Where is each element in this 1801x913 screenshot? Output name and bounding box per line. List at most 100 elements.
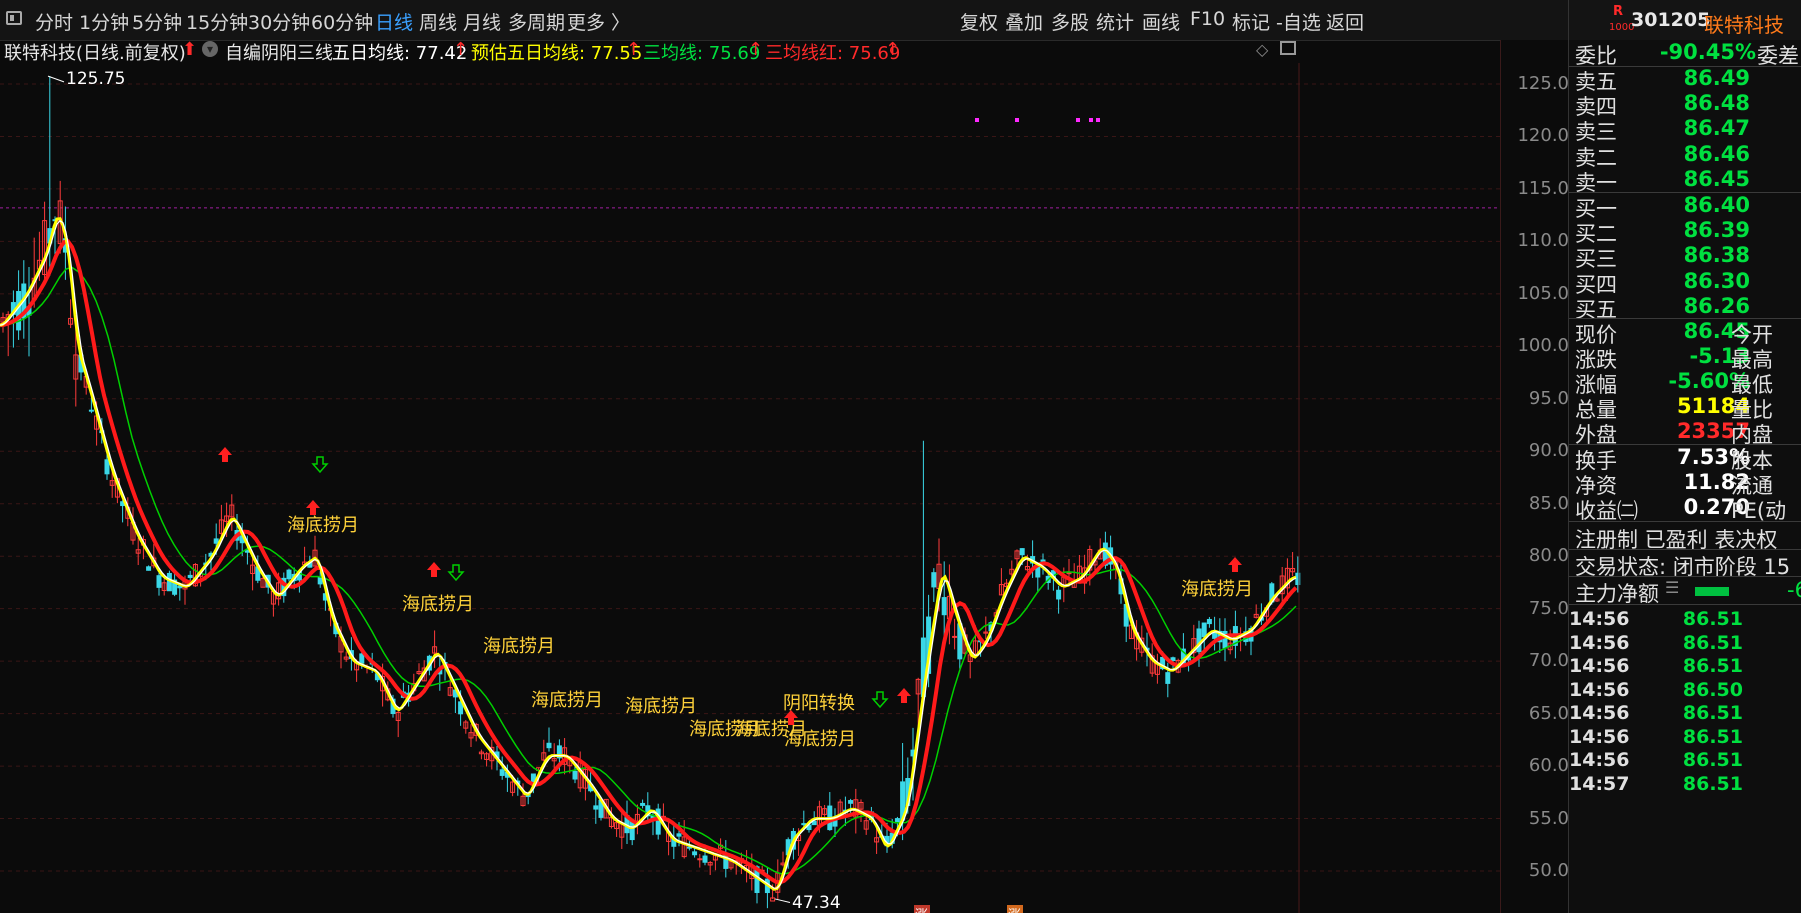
ask-price: 86.45 — [1683, 166, 1750, 191]
period-tab-0[interactable]: 分时 — [35, 8, 73, 35]
ask-price: 86.49 — [1683, 66, 1750, 90]
period-toolbar: 分时 1分钟 5分钟 15分钟 30分钟 60分钟 日线 周线 月线 多周期 更多 〉 复权 叠加 多股… — [0, 0, 1568, 41]
window-icon[interactable] — [1280, 41, 1296, 55]
high-label: 125.75 — [66, 69, 125, 89]
period-tab-1[interactable]: 1分钟 — [79, 8, 129, 35]
period-tab-8[interactable]: 月线 — [463, 8, 501, 35]
candle-down — [104, 459, 110, 475]
signal-dot — [1089, 118, 1093, 122]
y-tick-label: 115.0 — [1517, 177, 1569, 199]
y-tick-label: 70.0 — [1528, 650, 1569, 672]
candle-down — [593, 805, 599, 810]
dropdown-icon[interactable]: ▾ — [202, 41, 218, 57]
candle-up — [697, 858, 703, 861]
diamond-icon[interactable]: ◇ — [1256, 40, 1268, 59]
candle-down — [1019, 548, 1025, 556]
period-tab-6[interactable]: 日线 — [375, 8, 413, 35]
stat-row: 总量 51184 量比 — [1575, 394, 1801, 422]
candle-down — [16, 291, 22, 331]
buy-arrow-icon — [1228, 557, 1242, 572]
ma-red-line — [0, 239, 1298, 885]
stat2-row: 换手 7.53% 股本 — [1575, 445, 1801, 473]
period-tab-9[interactable]: 多周期 — [508, 8, 565, 35]
indicator-name: 自编阴阳三线 — [225, 43, 333, 64]
tool-button-4[interactable]: 画线 — [1142, 8, 1180, 35]
signal-annotation: 海底捞月 — [625, 696, 697, 717]
tick-price: 86.51 — [1682, 631, 1743, 654]
y-tick-label: 90.0 — [1528, 440, 1569, 462]
candle-down — [156, 575, 162, 588]
candle-down — [1196, 628, 1202, 653]
sell-arrow-icon — [871, 691, 889, 709]
candle-down — [640, 802, 646, 806]
y-tick-label: 95.0 — [1528, 387, 1569, 409]
ask-row: 卖五 86.49 — [1575, 66, 1801, 94]
candle-down — [1206, 618, 1212, 625]
ma5-label: 五日均线: 77.42 — [332, 43, 468, 64]
bid-row: 买四 86.30 — [1575, 269, 1801, 297]
candle-down — [546, 742, 552, 749]
low-marker — [774, 898, 791, 903]
r-badge: R 1000 — [1609, 4, 1635, 33]
ma-green-line — [0, 266, 1297, 875]
bid-price: 86.40 — [1683, 193, 1750, 217]
separator — [1569, 576, 1801, 577]
weibi-value: -90.45% — [1659, 40, 1756, 64]
three-line-arrow: ↑ — [748, 39, 764, 60]
tool-button-1[interactable]: 叠加 — [1005, 8, 1043, 35]
candle-down — [676, 833, 682, 837]
y-tick-label: 80.0 — [1528, 545, 1569, 567]
candle-down — [692, 851, 698, 856]
stat2-row: 收益㈡ 0.270 PE(动 — [1575, 495, 1801, 523]
period-tab-5[interactable]: 60分钟 — [311, 8, 373, 35]
tool-button-2[interactable]: 多股 — [1051, 8, 1089, 35]
tick-price: 86.51 — [1682, 655, 1743, 677]
signal-annotation: 阴阳转换 — [783, 693, 855, 714]
period-tab-7[interactable]: 周线 — [419, 8, 457, 35]
y-tick-label: 85.0 — [1528, 492, 1569, 514]
tick-row: 14:56 86.51 — [1569, 726, 1801, 752]
bid-price: 86.38 — [1683, 243, 1750, 268]
tick-row: 14:56 86.51 — [1569, 631, 1801, 658]
candle-up — [770, 897, 776, 902]
menu-icon[interactable] — [6, 11, 22, 25]
tool-button-5[interactable]: F10 — [1190, 8, 1225, 30]
tool-button-8[interactable]: 返回 — [1326, 8, 1364, 35]
tick-row: 14:56 86.51 — [1569, 655, 1801, 681]
period-tab-2[interactable]: 5分钟 — [132, 8, 182, 35]
candle-down — [317, 576, 323, 585]
tool-button-3[interactable]: 统计 — [1096, 8, 1134, 35]
ma5-line — [0, 219, 1297, 889]
kline-chart[interactable]: 125.7547.34海底捞月海底捞月海底捞月海底捞月 海底捞月海底捞月海底捞月海… — [0, 63, 1500, 913]
stock-code: 301205 — [1631, 9, 1711, 31]
tick-price: 86.51 — [1682, 608, 1743, 630]
candle-down — [572, 770, 578, 780]
y-tick-label: 110.0 — [1517, 230, 1569, 252]
y-tick-label: 60.0 — [1528, 755, 1569, 777]
period-tab-4[interactable]: 30分钟 — [248, 8, 310, 35]
period-tab-10[interactable]: 更多 〉 — [567, 8, 630, 35]
tool-button-7[interactable]: -自选 — [1276, 8, 1321, 35]
buy-arrow-icon — [306, 500, 320, 515]
chart-title: 联特科技(日线.前复权) — [4, 43, 186, 64]
ask-price: 86.48 — [1683, 91, 1750, 116]
signal-dot — [1076, 118, 1080, 122]
candle-down — [941, 597, 947, 616]
ask-row: 卖一 86.45 — [1575, 166, 1801, 195]
tool-button-6[interactable]: 标记 — [1232, 8, 1270, 35]
tick-price: 86.51 — [1682, 772, 1743, 795]
y-tick-label: 50.0 — [1528, 860, 1569, 882]
list-icon[interactable]: ☰ — [1665, 578, 1679, 597]
ask-price: 86.47 — [1683, 116, 1750, 141]
period-tab-3[interactable]: 15分钟 — [186, 8, 248, 35]
candle-down — [702, 855, 708, 863]
signal-annotation: 海底捞月 — [531, 690, 603, 711]
y-tick-label: 100.0 — [1517, 335, 1569, 357]
candle-down — [629, 820, 635, 841]
signal-dot — [1096, 118, 1100, 122]
candle-down — [499, 769, 505, 776]
candle-down — [146, 566, 152, 571]
candle-down — [931, 572, 937, 588]
sell-arrow-icon — [311, 456, 329, 474]
tool-button-0[interactable]: 复权 — [960, 8, 998, 35]
